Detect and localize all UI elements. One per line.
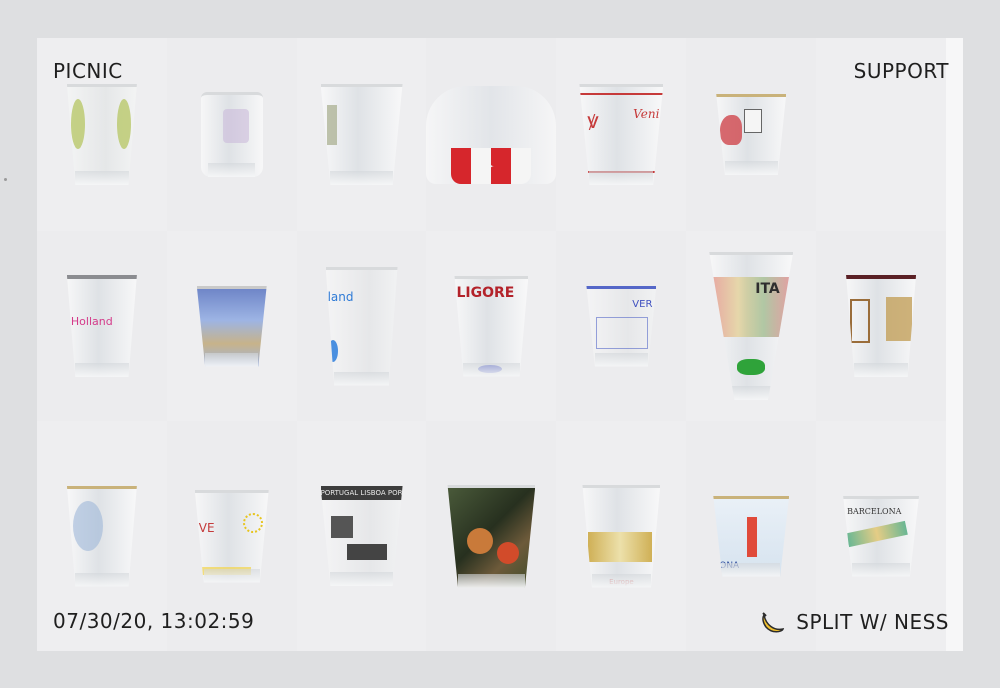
shot-glass-grid: ✦ ꝟ Veni Holland land LIGORE VER ITA VE … bbox=[37, 38, 946, 651]
shot-glass-image bbox=[846, 275, 917, 377]
gallery-item[interactable]: land bbox=[296, 231, 427, 421]
shot-glass-image bbox=[320, 84, 403, 185]
shot-glass-image: Europe bbox=[582, 484, 661, 588]
shot-glass-image bbox=[716, 94, 787, 175]
split-button[interactable]: SPLIT W/ NESS bbox=[760, 609, 949, 635]
shot-glass-image: LIGORE bbox=[454, 275, 529, 377]
banana-icon bbox=[760, 609, 786, 635]
gallery-item[interactable] bbox=[686, 38, 817, 231]
maple-leaf-icon: ✦ bbox=[481, 156, 495, 176]
gallery-item[interactable]: Holland bbox=[37, 231, 167, 421]
gallery-item[interactable] bbox=[297, 38, 427, 231]
gallery-item[interactable]: PORTUGAL LISBOA PORTO bbox=[297, 421, 427, 651]
shot-glass-image bbox=[447, 484, 536, 588]
glass-print-text: VE bbox=[198, 520, 215, 535]
glass-print-text: BARCELONA bbox=[847, 506, 902, 516]
glass-print-text: land bbox=[327, 289, 354, 304]
split-label: SPLIT W/ NESS bbox=[796, 610, 949, 634]
glass-print-text: LIGORE bbox=[456, 284, 515, 301]
shot-glass-image bbox=[66, 485, 137, 587]
glass-print-text: ITA bbox=[755, 281, 780, 297]
shot-glass-image bbox=[66, 84, 137, 185]
gallery-item[interactable] bbox=[816, 231, 946, 421]
gallery-item[interactable] bbox=[426, 421, 557, 651]
gallery-panel: ✦ ꝟ Veni Holland land LIGORE VER ITA VE … bbox=[37, 38, 963, 651]
background-speck bbox=[4, 178, 7, 181]
shot-glass-image: Holland bbox=[66, 275, 137, 377]
shot-glass-image: ✦ bbox=[426, 85, 557, 184]
brand-logo[interactable]: PICNIC bbox=[53, 59, 123, 83]
shot-glass-image: land bbox=[325, 266, 398, 386]
glass-print-text: Europe bbox=[609, 577, 634, 586]
shot-glass-image: ITA bbox=[709, 252, 794, 400]
support-link[interactable]: SUPPORT bbox=[854, 59, 949, 83]
panel-edge bbox=[946, 38, 963, 651]
gallery-item[interactable]: LIGORE bbox=[426, 231, 556, 421]
glass-print-text: VER bbox=[632, 298, 653, 310]
shot-glass-image: PORTUGAL LISBOA PORTO bbox=[320, 486, 403, 586]
shot-glass-image: BARCELONA bbox=[843, 495, 920, 577]
gallery-item[interactable]: Europe bbox=[556, 421, 686, 651]
gallery-item[interactable]: ꝟ Veni bbox=[556, 38, 686, 231]
timestamp: 07/30/20, 13:02:59 bbox=[53, 609, 255, 633]
glass-print-text: Holland bbox=[70, 315, 113, 328]
gallery-item[interactable]: ✦ bbox=[426, 38, 557, 231]
shot-glass-image: ꝟ Veni bbox=[579, 84, 664, 185]
gallery-item[interactable]: VER bbox=[556, 231, 687, 421]
glass-print-text: PORTUGAL LISBOA PORTO bbox=[320, 486, 403, 500]
shot-glass-image: VER bbox=[586, 285, 657, 367]
shot-glass-image bbox=[200, 92, 263, 177]
shot-glass-image: VE bbox=[194, 489, 269, 583]
gallery-item[interactable]: ITA bbox=[686, 231, 816, 421]
glass-print-text: ONA bbox=[719, 560, 740, 571]
shot-glass-image bbox=[196, 285, 267, 367]
shot-glass-image: ONA bbox=[713, 495, 790, 577]
gallery-item[interactable] bbox=[167, 231, 297, 421]
gallery-item[interactable] bbox=[166, 38, 297, 231]
